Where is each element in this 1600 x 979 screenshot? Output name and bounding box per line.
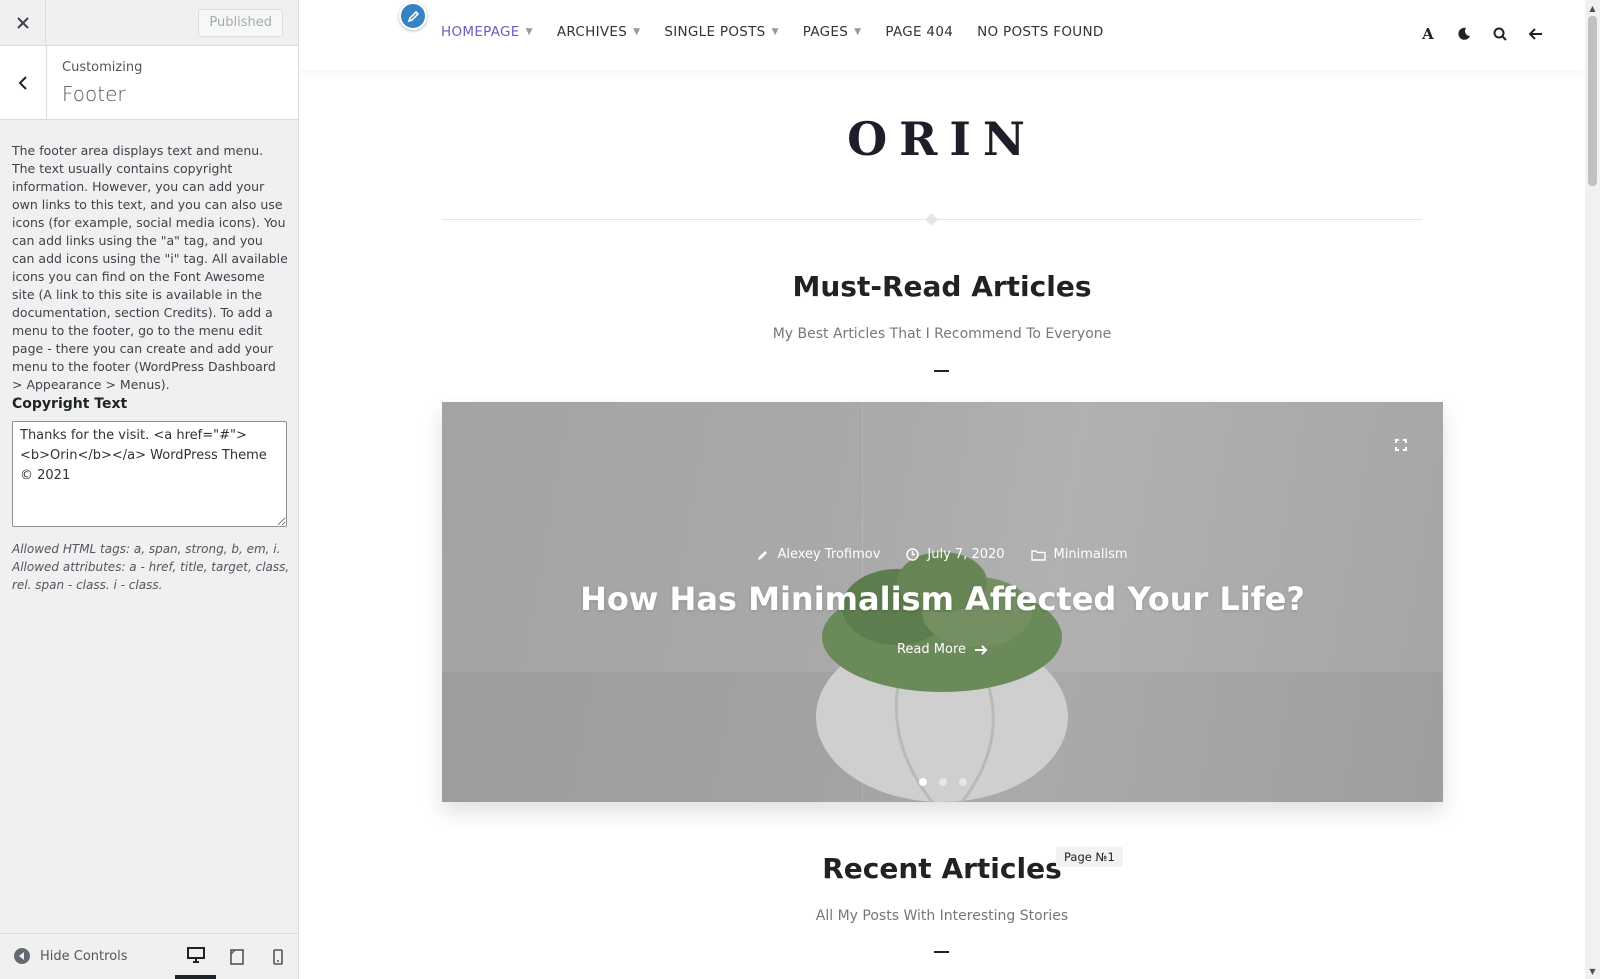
featured-slider[interactable]: Alexey Trofimov July 7, 2020 Minimalism …	[442, 402, 1443, 802]
tablet-preview-button[interactable]	[216, 934, 257, 979]
nav-label: NO POSTS FOUND	[977, 24, 1104, 40]
section-dash	[934, 951, 949, 953]
main-navigation: HOMEPAGE ▼ ARCHIVES ▼ SINGLE POSTS ▼ PAGES ▼…	[441, 24, 1104, 40]
slide-date[interactable]: July 7, 2020	[906, 547, 1005, 562]
back-button[interactable]	[0, 46, 47, 119]
preview-scrollbar[interactable]: ▲ ▼	[1585, 0, 1600, 979]
nav-item-no-posts-found[interactable]: NO POSTS FOUND	[977, 24, 1103, 40]
edit-menu-shortcut[interactable]	[399, 2, 427, 30]
nav-label: PAGES	[802, 24, 849, 40]
fullscreen-icon[interactable]	[1395, 436, 1407, 455]
section-dash	[934, 370, 949, 372]
divider-diamond	[925, 213, 938, 226]
collapse-arrow-icon	[14, 948, 30, 964]
nav-item-single-posts[interactable]: SINGLE POSTS ▼	[664, 24, 778, 40]
scrollbar-thumb[interactable]	[1588, 16, 1597, 186]
nav-item-homepage[interactable]: HOMEPAGE ▼	[441, 24, 533, 40]
nav-label: HOMEPAGE	[441, 24, 520, 40]
mobile-icon	[272, 948, 283, 965]
slide-meta: Alexey Trofimov July 7, 2020 Minimalism	[442, 547, 1443, 562]
arrow-left-icon[interactable]	[1527, 22, 1545, 46]
desktop-preview-button[interactable]	[175, 934, 216, 979]
footer-description: The footer area displays text and menu. …	[12, 143, 288, 392]
nav-label: SINGLE POSTS	[664, 24, 766, 40]
clock-icon	[906, 548, 920, 561]
nav-item-page-404[interactable]: PAGE 404	[885, 24, 953, 40]
slider-dot-1[interactable]	[918, 778, 927, 786]
customizer-sidebar: Published Customizing Footer The footer …	[0, 0, 299, 979]
slide-category[interactable]: Minimalism	[1030, 547, 1128, 562]
nav-label: PAGE 404	[885, 24, 954, 40]
slider-pagination	[442, 778, 1443, 786]
site-preview: HOMEPAGE ▼ ARCHIVES ▼ SINGLE POSTS ▼ PAGES ▼…	[299, 0, 1585, 979]
nav-label: ARCHIVES	[556, 24, 628, 40]
arrow-right-icon	[975, 644, 988, 655]
pencil-icon	[407, 10, 419, 22]
search-icon[interactable]	[1491, 22, 1509, 46]
close-customizer-button[interactable]	[0, 0, 46, 45]
chevron-down-icon: ▼	[633, 27, 641, 37]
category-name: Minimalism	[1053, 547, 1128, 562]
slider-dot-3[interactable]	[958, 778, 967, 786]
hide-controls-label: Hide Controls	[40, 948, 128, 964]
must-read-title: Must-Read Articles	[792, 270, 1092, 303]
read-more-label: Read More	[896, 642, 967, 657]
must-read-subtitle: My Best Articles That I Recommend To Eve…	[772, 326, 1112, 342]
close-icon	[16, 16, 29, 29]
dark-mode-icon[interactable]	[1455, 22, 1473, 46]
customizer-footer: Hide Controls	[0, 933, 298, 979]
section-title: Footer	[62, 82, 126, 106]
chevron-down-icon: ▼	[771, 27, 779, 37]
nav-item-pages[interactable]: PAGES ▼	[803, 24, 862, 40]
font-size-icon[interactable]: A	[1419, 22, 1437, 46]
section-header: Customizing Footer	[0, 46, 298, 120]
read-more-link[interactable]: Read More	[442, 642, 1443, 657]
author-name: Alexey Trofimov	[777, 547, 881, 562]
site-logo[interactable]: ORIN	[299, 112, 1585, 166]
post-date: July 7, 2020	[927, 547, 1005, 562]
slider-dot-2[interactable]	[938, 778, 947, 786]
recent-articles-title: Recent Articles	[822, 852, 1062, 885]
chevron-down-icon: ▼	[525, 27, 533, 37]
folder-icon	[1030, 549, 1046, 561]
pencil-icon	[758, 550, 768, 560]
copyright-text-label: Copyright Text	[12, 396, 128, 412]
chevron-left-icon	[18, 75, 27, 90]
plant-pot-image	[816, 552, 1068, 802]
slide-author[interactable]: Alexey Trofimov	[757, 547, 880, 562]
page-number-badge: Page №1	[1056, 847, 1123, 867]
customizer-header: Published	[0, 0, 298, 46]
copyright-text-input[interactable]: Thanks for the visit. <a href="#"><b>Ori…	[12, 421, 287, 527]
device-switcher	[175, 934, 298, 979]
chevron-down-icon: ▼	[854, 27, 862, 37]
header-tools: A	[1419, 22, 1545, 46]
hide-controls-button[interactable]: Hide Controls	[14, 948, 128, 964]
desktop-icon	[186, 946, 205, 963]
customizing-label: Customizing	[62, 60, 143, 75]
scroll-up-arrow-icon[interactable]: ▲	[1585, 0, 1600, 16]
scroll-down-arrow-icon[interactable]: ▼	[1585, 963, 1600, 979]
slide-title[interactable]: How Has Minimalism Affected Your Life?	[442, 580, 1443, 618]
recent-articles-subtitle: All My Posts With Interesting Stories	[815, 908, 1069, 924]
allowed-html-note: Allowed HTML tags: a, span, strong, b, e…	[12, 542, 290, 592]
published-button[interactable]: Published	[198, 9, 283, 37]
site-header: HOMEPAGE ▼ ARCHIVES ▼ SINGLE POSTS ▼ PAGES ▼…	[299, 0, 1585, 70]
nav-item-archives[interactable]: ARCHIVES ▼	[557, 24, 640, 40]
mobile-preview-button[interactable]	[257, 934, 298, 979]
tablet-icon	[229, 948, 244, 965]
